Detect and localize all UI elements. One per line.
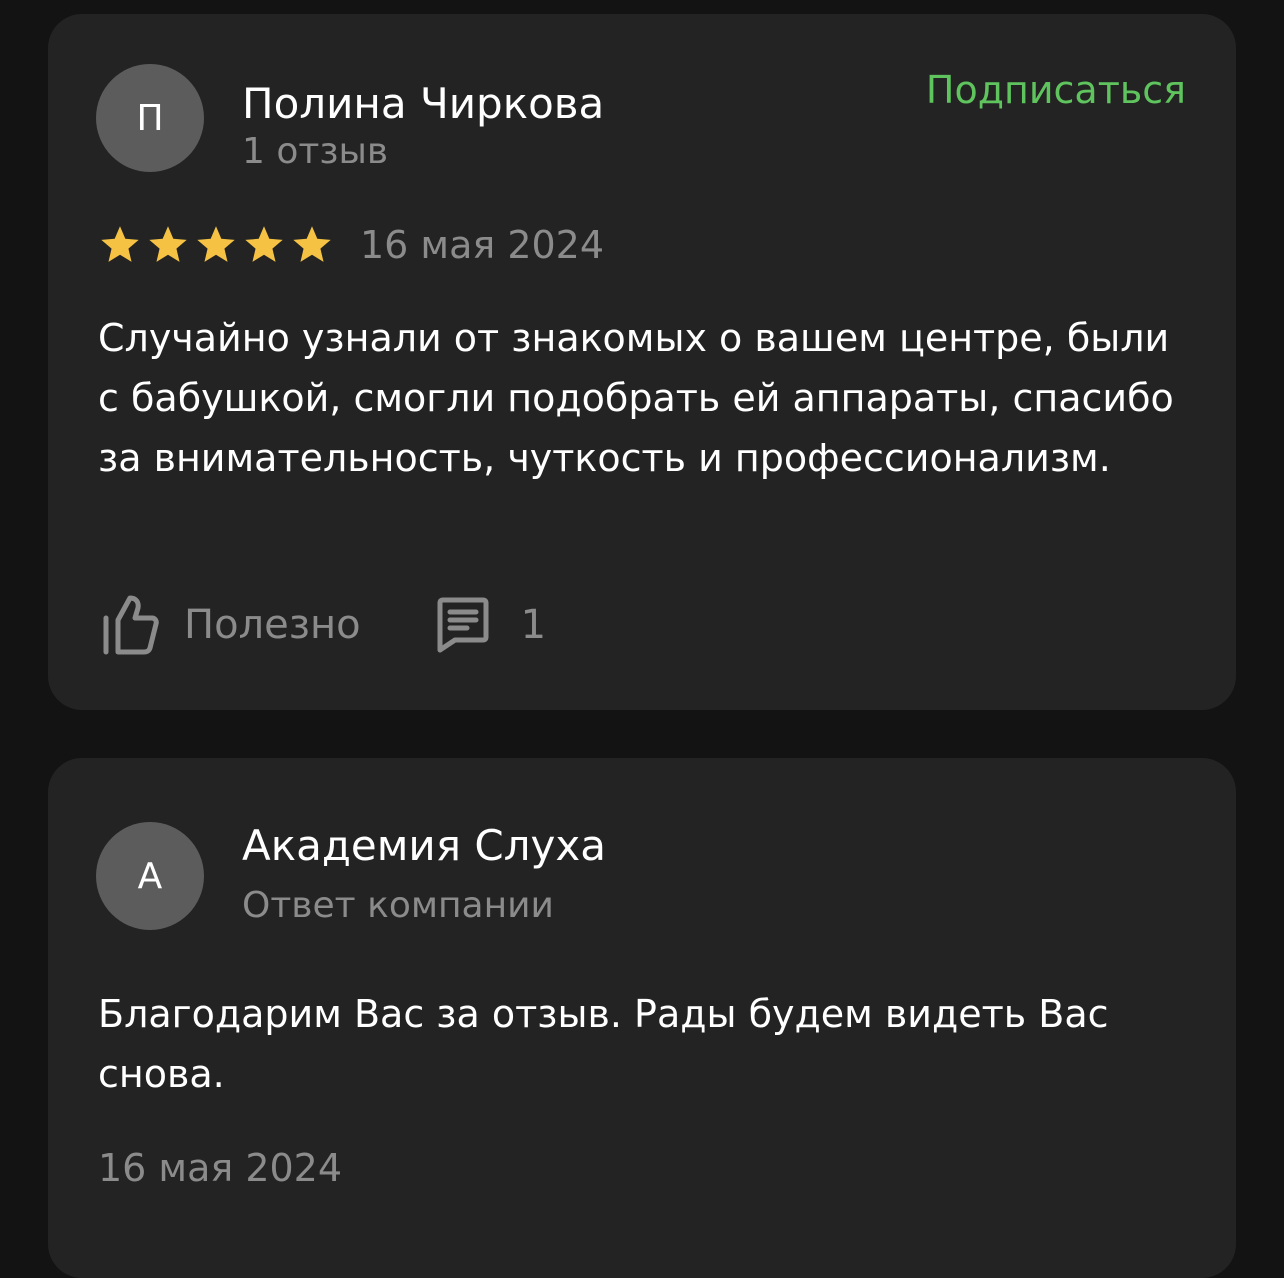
subscribe-button[interactable]: Подписаться [926, 66, 1186, 114]
thumbs-up-icon [103, 595, 159, 655]
avatar[interactable]: П [96, 64, 204, 172]
comments-button[interactable]: 1 [435, 595, 546, 655]
star-icon [293, 226, 331, 262]
star-icon [197, 226, 235, 262]
reply-text: Благодарим Вас за отзыв. Рады будем виде… [98, 992, 1109, 1096]
company-reply-card: А Академия Слуха Ответ компании Благодар… [48, 758, 1236, 1278]
rating-row: 16 мая 2024 [98, 220, 604, 270]
company-avatar[interactable]: А [96, 822, 204, 930]
star-icon [149, 226, 187, 262]
author-review-count: 1 отзыв [242, 131, 389, 172]
star-rating [98, 223, 334, 267]
reply-role: Ответ компании [242, 885, 554, 926]
review-text: Случайно узнали от знакомых о вашем цент… [98, 316, 1174, 480]
star-icon [101, 226, 139, 262]
useful-button[interactable]: Полезно [98, 592, 361, 658]
author-name[interactable]: Полина Чиркова [242, 78, 604, 130]
reply-date: 16 мая 2024 [98, 1146, 343, 1190]
useful-label: Полезно [184, 602, 361, 648]
comment-icon [437, 597, 489, 653]
review-date: 16 мая 2024 [360, 223, 605, 267]
star-icon [245, 226, 283, 262]
review-card: П Полина Чиркова 1 отзыв Подписаться 16 … [48, 14, 1236, 710]
review-actions: Полезно 1 [98, 590, 546, 660]
company-name[interactable]: Академия Слуха [242, 820, 606, 872]
comments-count: 1 [520, 602, 547, 648]
